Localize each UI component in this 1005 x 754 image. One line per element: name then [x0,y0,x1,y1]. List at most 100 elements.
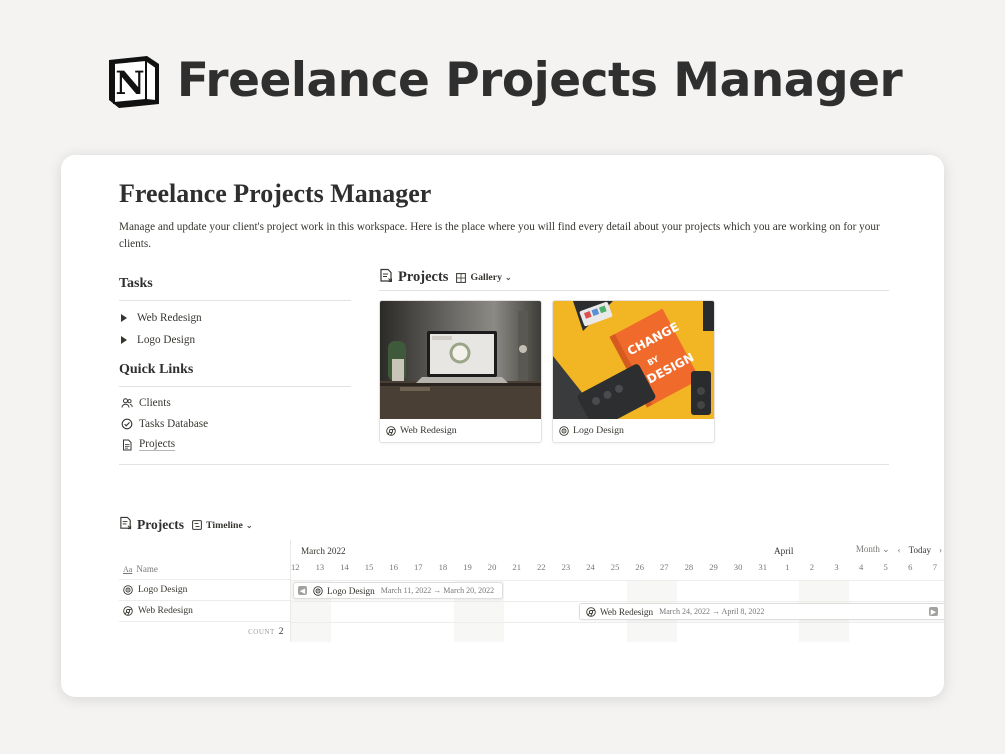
gallery-header: Projects Gallery ⌄ [379,265,889,291]
section-divider [119,464,889,465]
toggle-logo-design[interactable]: Logo Design [121,329,351,351]
gallery-title[interactable]: Projects [398,269,448,286]
count-value: 2 [278,627,284,637]
day-label: 5 [883,562,888,572]
notion-page-window: Freelance Projects Manager Manage and up… [61,155,944,697]
notion-logo-icon: N [103,50,163,110]
chevron-left-icon[interactable]: ‹ [898,545,901,555]
timeline-chart-area: March 2022 April Month ⌄ ‹ Today › 12 13 1… [291,540,944,642]
target-icon [559,425,569,436]
day-label: 20 [487,562,497,572]
toggle-arrow-icon[interactable] [121,314,127,322]
timeline-view-selector[interactable]: Timeline ⌄ [192,520,253,531]
gridline [291,601,944,602]
link-label: Projects [139,438,176,451]
toggle-arrow-icon[interactable] [121,336,127,344]
day-label: 27 [660,562,669,572]
timeline-icon [192,520,202,530]
gallery-view-selector[interactable]: Gallery ⌄ [456,272,512,283]
day-label: 2 [809,562,815,572]
projects-gallery: Projects Gallery ⌄ Web Redesign CHANGE B… [379,265,889,443]
link-clients[interactable]: Clients [121,392,351,413]
left-column: Tasks Web Redesign Logo Design Quick Lin… [119,273,351,455]
link-tasks-database[interactable]: Tasks Database [121,413,351,434]
day-label: 1 [785,562,790,572]
day-label: 12 [291,562,300,572]
chevron-right-icon[interactable]: › [939,545,942,555]
bar-label: Web Redesign [600,606,654,617]
day-label: 28 [684,562,694,572]
arrow-right-icon[interactable]: ▶ [929,607,938,616]
card-label: Web Redesign [400,425,457,436]
timeline-row-web-redesign[interactable]: Web Redesign [119,601,290,622]
chrome-icon [586,606,596,617]
arrow-left-icon[interactable]: ◀ [298,586,307,595]
chrome-icon [123,606,133,616]
day-label: 29 [709,562,718,572]
timeline-bar-web-redesign[interactable]: Web Redesign March 24, 2022 → April 8, 2… [579,603,944,620]
today-button[interactable]: Today [909,545,931,555]
row-name: Web Redesign [138,606,193,616]
count-footer: COUNT 2 [119,622,290,642]
toggle-label: Logo Design [137,334,196,346]
toggle-web-redesign[interactable]: Web Redesign [121,307,351,329]
chevron-down-icon: ⌄ [245,520,253,530]
month-label-march: March 2022 [301,546,346,556]
day-label: 4 [858,562,864,572]
day-label: 25 [610,562,620,572]
people-icon [121,397,133,409]
check-circle-icon [121,418,133,430]
day-header-row: 12 13 14 15 16 17 18 19 20 21 22 23 24 25 26 27 28 29 30 31… [291,562,944,578]
svg-text:N: N [115,64,144,102]
link-label: Tasks Database [139,417,209,430]
scale-selector[interactable]: Month ⌄ [856,544,890,555]
link-label: Clients [139,396,171,409]
day-label: 18 [438,562,448,572]
link-projects[interactable]: Projects [121,434,351,455]
gallery-card-web-redesign[interactable]: Web Redesign [379,300,542,443]
toggle-label: Web Redesign [137,312,202,324]
timeline-bar-logo-design[interactable]: ◀ Logo Design March 11, 2022 → March 20,… [293,582,503,599]
day-label: 15 [364,562,374,572]
day-label: 14 [340,562,349,572]
gridline [291,622,944,623]
day-label: 23 [561,562,571,572]
day-label: 24 [586,562,595,572]
chevron-down-icon: ⌄ [882,544,890,554]
page-description: Manage and update your client's project … [119,221,880,250]
scale-label: Month [855,544,880,554]
day-label: 19 [463,562,472,572]
view-label: Gallery [470,272,503,283]
bar-date-range: March 24, 2022 → April 8, 2022 [659,607,765,616]
day-label: 3 [834,562,839,572]
gallery-card-caption: Web Redesign [380,419,541,442]
timeline-row-logo-design[interactable]: Logo Design [119,580,290,601]
day-label: 6 [908,562,913,572]
database-icon [379,268,394,288]
bar-label: Logo Design [327,585,375,596]
gridline [291,580,944,581]
timeline-title[interactable]: Projects [137,517,184,533]
day-label: 17 [414,562,423,572]
day-label: 13 [315,562,325,572]
quick-links-heading: Quick Links [119,359,351,387]
hero-header: N Freelance Projects Manager [0,48,1005,112]
grid-icon [456,272,467,283]
hero-title: Freelance Projects Manager [176,52,903,108]
gallery-card-logo-design[interactable]: CHANGE BY DESIGN Logo Design [552,300,715,443]
tasks-heading: Tasks [119,273,351,301]
day-label: 7 [932,562,938,572]
timeline-grid: Aa Name Logo Design Web Redesign COUNT 2… [119,540,944,642]
day-label: 16 [389,562,398,572]
target-icon [313,585,323,596]
database-icon [119,516,133,535]
document-icon [121,439,133,451]
chrome-icon [386,425,396,436]
timeline-header: Projects Timeline ⌄ [119,513,944,537]
day-label: 22 [537,562,546,572]
row-name: Logo Design [138,585,188,595]
timeline-controls: Month ⌄ ‹ Today › [856,544,942,555]
bar-date-range: March 11, 2022 → March 20, 2022 [380,586,495,595]
text-property-icon: Aa [123,565,133,574]
page-title: Freelance Projects Manager [119,179,432,208]
